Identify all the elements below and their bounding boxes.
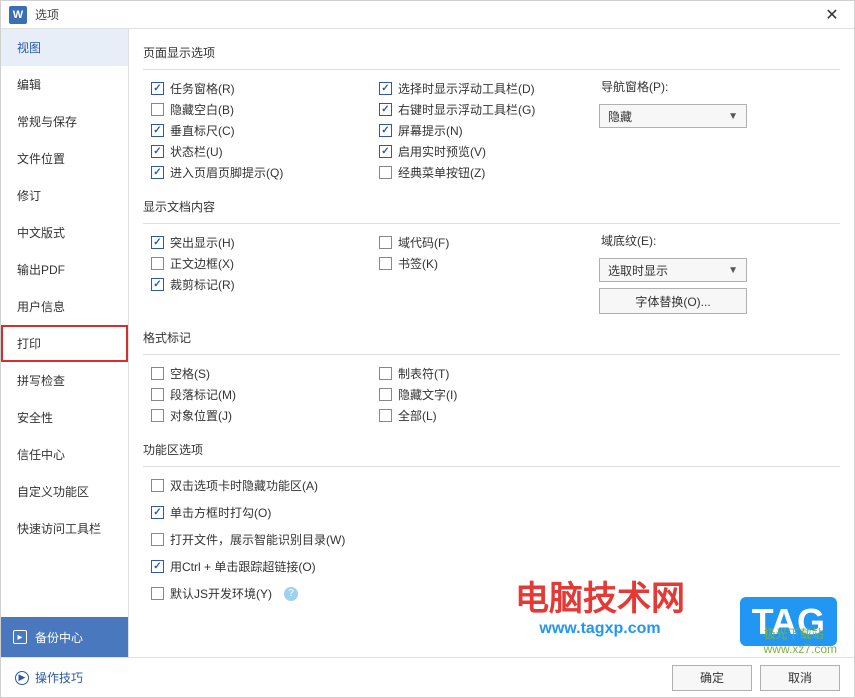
checkbox-float-toolbar-select[interactable]: 选择时显示浮动工具栏(D) xyxy=(371,78,599,99)
chevron-down-icon: ▼ xyxy=(728,265,738,276)
checkbox-icon xyxy=(379,124,392,137)
group-title-page-display: 页面显示选项 xyxy=(143,41,840,70)
checkbox-classic-menu[interactable]: 经典菜单按钮(Z) xyxy=(371,162,599,183)
app-icon: W xyxy=(9,6,27,24)
checkbox-hide-whitespace[interactable]: 隐藏空白(B) xyxy=(143,99,371,120)
checkbox-icon xyxy=(151,166,164,179)
chevron-down-icon: ▼ xyxy=(728,111,738,122)
sidebar-nav: 视图 编辑 常规与保存 文件位置 修订 中文版式 输出PDF 用户信息 打印 拼… xyxy=(1,29,128,617)
window-title: 选项 xyxy=(35,6,818,23)
backup-center-label: 备份中心 xyxy=(35,629,83,646)
sidebar-item-security[interactable]: 安全性 xyxy=(1,399,128,436)
sidebar-item-user-info[interactable]: 用户信息 xyxy=(1,288,128,325)
cancel-button[interactable]: 取消 xyxy=(760,665,840,691)
checkbox-icon xyxy=(379,166,392,179)
checkbox-hidden-text[interactable]: 隐藏文字(I) xyxy=(371,384,599,405)
checkbox-status-bar[interactable]: 状态栏(U) xyxy=(143,141,371,162)
sidebar-item-edit[interactable]: 编辑 xyxy=(1,66,128,103)
checkbox-icon xyxy=(379,367,392,380)
checkbox-float-toolbar-rightclick[interactable]: 右键时显示浮动工具栏(G) xyxy=(371,99,599,120)
checkbox-header-footer-hint[interactable]: 进入页眉页脚提示(Q) xyxy=(143,162,371,183)
checkbox-icon xyxy=(151,145,164,158)
checkbox-icon xyxy=(379,236,392,249)
play-icon: ▶ xyxy=(15,671,29,685)
checkbox-tabs[interactable]: 制表符(T) xyxy=(371,363,599,384)
sidebar-item-output-pdf[interactable]: 输出PDF xyxy=(1,251,128,288)
checkbox-all[interactable]: 全部(L) xyxy=(371,405,599,426)
checkbox-icon xyxy=(379,388,392,401)
checkbox-bookmarks[interactable]: 书签(K) xyxy=(371,253,599,274)
tips-link[interactable]: ▶ 操作技巧 xyxy=(15,669,83,686)
sidebar-item-spellcheck[interactable]: 拼写检查 xyxy=(1,362,128,399)
checkbox-icon xyxy=(151,533,164,546)
sidebar-item-quick-access[interactable]: 快速访问工具栏 xyxy=(1,510,128,547)
close-icon[interactable]: ✕ xyxy=(818,1,846,29)
nav-pane-label: 导航窗格(P): xyxy=(599,78,840,95)
checkbox-icon xyxy=(151,560,164,573)
checkbox-task-pane[interactable]: 任务窗格(R) xyxy=(143,78,371,99)
nav-pane-value: 隐藏 xyxy=(608,108,632,125)
backup-center-button[interactable]: ▸ 备份中心 xyxy=(1,617,128,657)
help-icon[interactable]: ? xyxy=(284,587,298,601)
checkbox-icon xyxy=(379,145,392,158)
checkbox-default-js-env[interactable]: 默认JS开发环境(Y)? xyxy=(143,583,840,604)
checkbox-icon xyxy=(151,388,164,401)
checkbox-icon xyxy=(151,587,164,600)
sidebar-item-chinese-layout[interactable]: 中文版式 xyxy=(1,214,128,251)
checkbox-dblclick-hide-ribbon[interactable]: 双击选项卡时隐藏功能区(A) xyxy=(143,475,840,496)
field-shading-value: 选取时显示 xyxy=(608,262,668,279)
checkbox-icon xyxy=(379,103,392,116)
checkbox-vertical-ruler[interactable]: 垂直标尺(C) xyxy=(143,120,371,141)
checkbox-icon xyxy=(151,278,164,291)
checkbox-icon xyxy=(379,82,392,95)
field-shading-select[interactable]: 选取时显示 ▼ xyxy=(599,258,747,282)
checkbox-icon xyxy=(151,506,164,519)
sidebar-item-view[interactable]: 视图 xyxy=(1,29,128,66)
checkbox-object-position[interactable]: 对象位置(J) xyxy=(143,405,371,426)
checkbox-open-file-smart-toc[interactable]: 打开文件，展示智能识别目录(W) xyxy=(143,529,840,550)
checkbox-icon xyxy=(151,103,164,116)
sidebar-item-customize-ribbon[interactable]: 自定义功能区 xyxy=(1,473,128,510)
checkbox-screen-tip[interactable]: 屏幕提示(N) xyxy=(371,120,599,141)
checkbox-icon xyxy=(151,257,164,270)
checkbox-spaces[interactable]: 空格(S) xyxy=(143,363,371,384)
checkbox-ctrl-click-hyperlink[interactable]: 用Ctrl + 单击跟踪超链接(O) xyxy=(143,556,840,577)
checkbox-text-border[interactable]: 正文边框(X) xyxy=(143,253,371,274)
field-shading-label: 域底纹(E): xyxy=(599,232,840,249)
sidebar-item-general-save[interactable]: 常规与保存 xyxy=(1,103,128,140)
checkbox-icon xyxy=(151,82,164,95)
sidebar-item-trust-center[interactable]: 信任中心 xyxy=(1,436,128,473)
checkbox-icon xyxy=(379,409,392,422)
group-title-doc-content: 显示文档内容 xyxy=(143,195,840,224)
checkbox-icon xyxy=(151,409,164,422)
ok-button[interactable]: 确定 xyxy=(672,665,752,691)
checkbox-icon xyxy=(151,236,164,249)
checkbox-icon xyxy=(151,479,164,492)
nav-pane-select[interactable]: 隐藏 ▼ xyxy=(599,104,747,128)
tips-label: 操作技巧 xyxy=(35,669,83,686)
group-title-ribbon: 功能区选项 xyxy=(143,438,840,467)
checkbox-field-codes[interactable]: 域代码(F) xyxy=(371,232,599,253)
sidebar-item-print[interactable]: 打印 xyxy=(1,325,128,362)
checkbox-paragraph-marks[interactable]: 段落标记(M) xyxy=(143,384,371,405)
group-title-format-marks: 格式标记 xyxy=(143,326,840,355)
backup-icon: ▸ xyxy=(13,630,27,644)
checkbox-icon xyxy=(379,257,392,270)
checkbox-icon xyxy=(151,124,164,137)
checkbox-click-box-check[interactable]: 单击方框时打勾(O) xyxy=(143,502,840,523)
sidebar-item-revision[interactable]: 修订 xyxy=(1,177,128,214)
sidebar-item-file-location[interactable]: 文件位置 xyxy=(1,140,128,177)
checkbox-icon xyxy=(151,367,164,380)
checkbox-crop-marks[interactable]: 裁剪标记(R) xyxy=(143,274,371,295)
checkbox-highlight[interactable]: 突出显示(H) xyxy=(143,232,371,253)
checkbox-live-preview[interactable]: 启用实时预览(V) xyxy=(371,141,599,162)
font-replace-button[interactable]: 字体替换(O)... xyxy=(599,288,747,314)
